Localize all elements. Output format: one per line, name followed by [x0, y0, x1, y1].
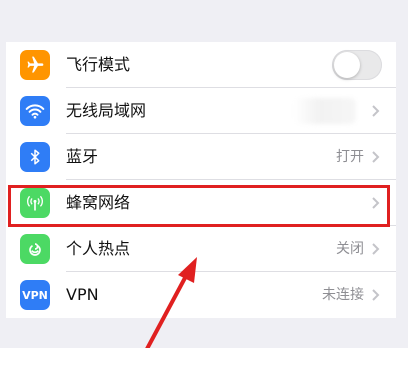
bottom-area — [0, 348, 408, 377]
pointer-arrow — [138, 257, 197, 364]
